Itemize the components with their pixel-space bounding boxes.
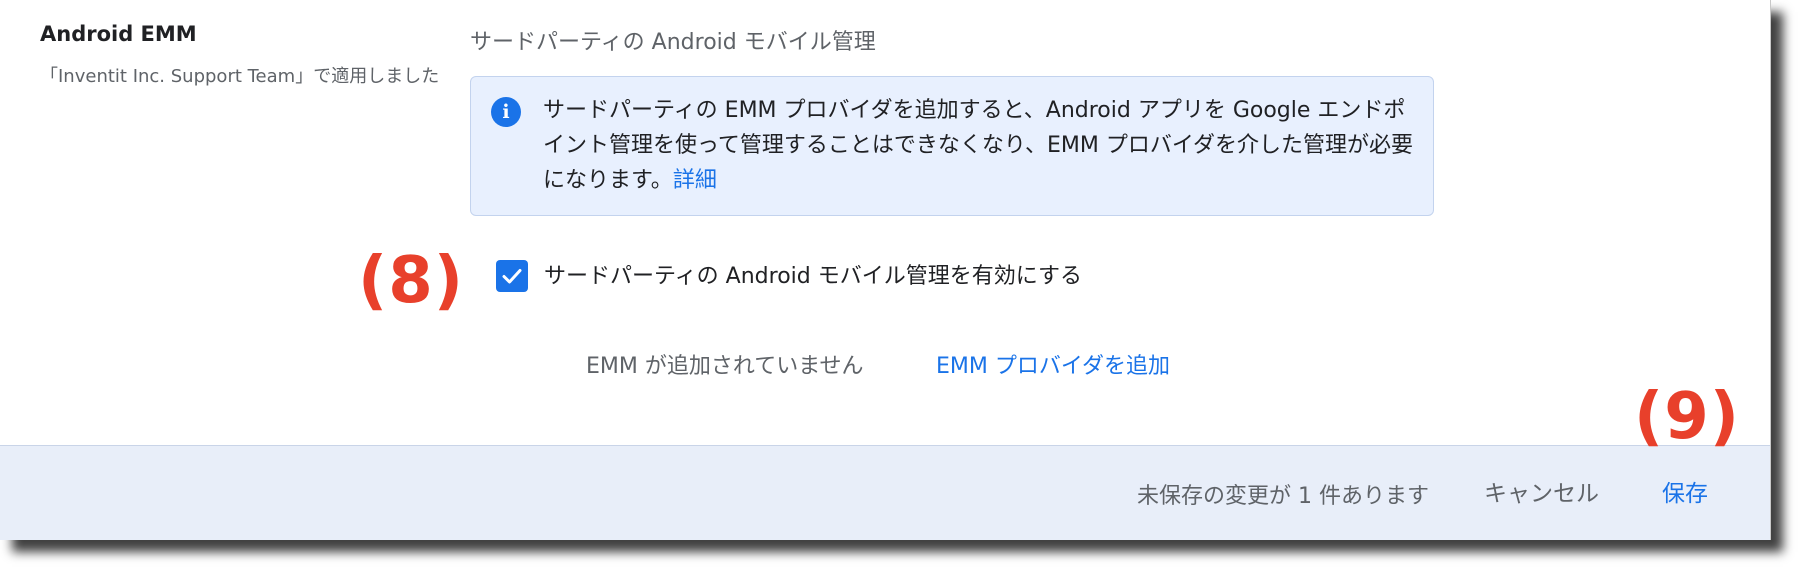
setting-title: Android EMM — [40, 22, 197, 46]
save-button[interactable]: 保存 — [1662, 474, 1708, 508]
enable-third-party-emm-label[interactable]: サードパーティの Android モバイル管理を有効にする — [544, 258, 1082, 290]
enable-third-party-emm-checkbox[interactable] — [496, 260, 528, 292]
section-heading: サードパーティの Android モバイル管理 — [470, 30, 876, 55]
add-emm-provider-button[interactable]: EMM プロバイダを追加 — [936, 348, 1170, 380]
checkmark-icon — [502, 269, 522, 284]
info-message: サードパーティの EMM プロバイダを追加すると、Android アプリを Go… — [543, 93, 1413, 198]
info-banner: i サードパーティの EMM プロバイダを追加すると、Android アプリを … — [470, 76, 1434, 216]
learn-more-link[interactable]: 詳細 — [673, 168, 717, 193]
annotation-marker-8: (8) — [358, 244, 465, 318]
settings-panel: Android EMM 「Inventit Inc. Support Team」… — [0, 0, 1771, 540]
cancel-button[interactable]: キャンセル — [1484, 474, 1599, 508]
emm-status-text: EMM が追加されていません — [586, 354, 864, 379]
annotation-marker-9: (9) — [1634, 380, 1741, 454]
info-icon: i — [491, 97, 521, 127]
unsaved-changes-message: 未保存の変更が 1 件あります — [1137, 484, 1429, 509]
applied-org-note: 「Inventit Inc. Support Team」で適用しました — [40, 66, 440, 87]
